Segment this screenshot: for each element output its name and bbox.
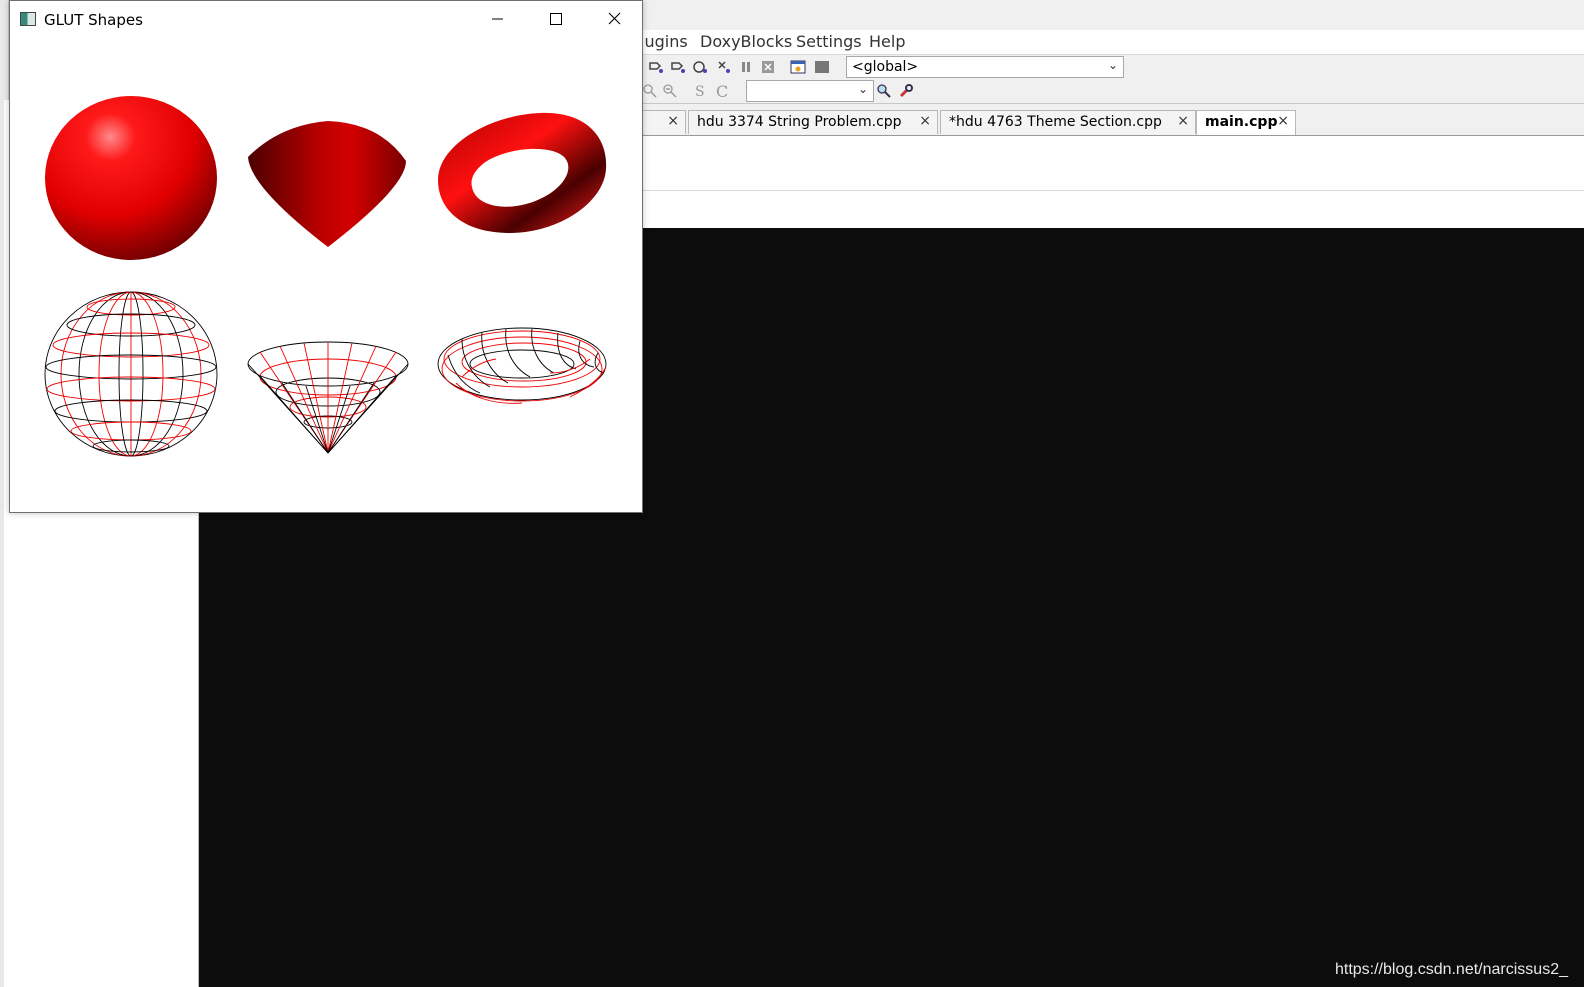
ide-menubar: lugins DoxyBlocks Settings Help [640, 30, 1584, 55]
menu-doxyblocks[interactable]: DoxyBlocks [700, 32, 792, 51]
tab-main-cpp[interactable]: main.cpp × [1196, 110, 1296, 135]
wire-cone [247, 341, 409, 454]
maximize-icon [550, 13, 562, 25]
svg-text:C: C [716, 83, 728, 99]
title-bar[interactable]: GLUT Shapes [10, 1, 642, 37]
wire-sphere [44, 291, 218, 457]
step-into-icon[interactable] [648, 59, 664, 75]
glut-render-canvas[interactable] [10, 37, 642, 513]
tab-hdu-3374[interactable]: hdu 3374 String Problem.cpp × [688, 110, 938, 134]
debug-windows-icon[interactable] [790, 59, 806, 75]
pause-icon[interactable] [738, 59, 754, 75]
solid-torus [438, 112, 607, 233]
step-instruction-icon[interactable] [716, 59, 732, 75]
minimize-icon [492, 18, 503, 20]
chevron-down-icon: ⌄ [1107, 58, 1118, 72]
menu-settings[interactable]: Settings [796, 32, 862, 51]
close-icon[interactable]: × [919, 113, 931, 129]
menu-plugins[interactable]: lugins [640, 32, 688, 51]
window-title: GLUT Shapes [44, 11, 143, 29]
solid-cone [248, 121, 406, 247]
zoom-out-icon[interactable] [662, 83, 678, 99]
search-combo[interactable]: ⌄ [746, 80, 874, 102]
svg-text:S: S [695, 84, 705, 99]
zoom-in-icon[interactable] [642, 83, 658, 99]
stop-debugger-icon[interactable] [760, 59, 776, 75]
find-icon[interactable] [876, 83, 892, 99]
minimize-button[interactable] [468, 1, 526, 37]
symbol-c-icon[interactable]: C [714, 83, 730, 99]
close-button[interactable] [584, 1, 642, 37]
menu-help[interactable]: Help [869, 32, 905, 51]
watermark-text: https://blog.csdn.net/narcissus2_ [1334, 961, 1568, 978]
scope-combo[interactable]: <global> ⌄ [846, 56, 1124, 78]
app-window-icon [20, 12, 36, 26]
search-toolbar: S C ⌄ [640, 79, 1584, 104]
close-icon[interactable]: × [1277, 113, 1289, 129]
tab-hidden[interactable]: × [640, 110, 686, 134]
step-out-icon[interactable] [670, 59, 686, 75]
symbol-s-icon[interactable]: S [692, 83, 708, 99]
tab-hdu-4763[interactable]: *hdu 4763 Theme Section.cpp × [940, 110, 1196, 134]
close-icon[interactable]: × [1177, 113, 1189, 129]
scope-combo-value: <global> [852, 59, 919, 75]
close-icon [608, 12, 621, 25]
glut-shapes-window: GLUT Shapes [9, 0, 643, 513]
next-instruction-icon[interactable] [692, 59, 708, 75]
chevron-down-icon: ⌄ [857, 82, 868, 96]
info-icon[interactable] [814, 59, 830, 75]
settings-wrench-icon[interactable] [898, 83, 914, 99]
close-icon[interactable]: × [667, 113, 679, 129]
wire-torus [437, 327, 607, 404]
editor-divider [640, 190, 1584, 191]
solid-sphere [45, 96, 217, 260]
editor-tabbar: × hdu 3374 String Problem.cpp × *hdu 476… [640, 107, 1584, 136]
debug-toolbar: <global> ⌄ [640, 55, 1584, 80]
maximize-button[interactable] [526, 1, 584, 37]
code-editor[interactable] [640, 136, 1584, 228]
